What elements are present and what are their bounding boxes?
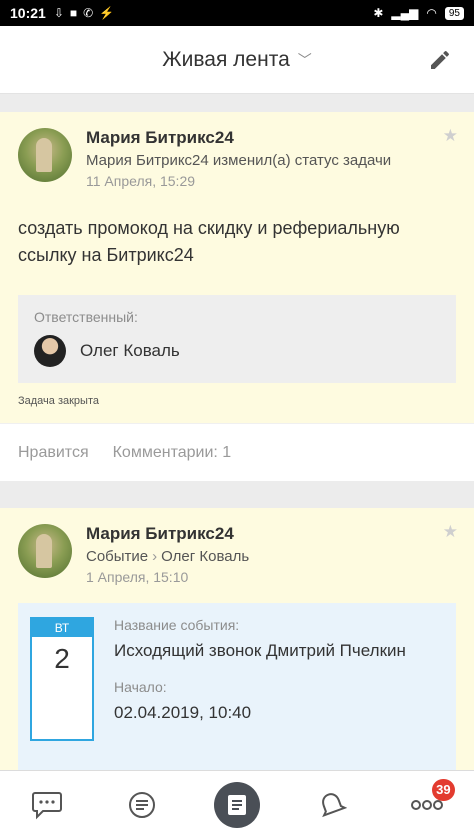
tab-notifications[interactable] xyxy=(304,777,360,833)
event-info: Название события: Исходящий звонок Дмитр… xyxy=(114,617,406,741)
feed-post[interactable]: ★ Мария Битрикс24 Событие › Олег Коваль 1 … xyxy=(0,508,474,770)
post-header: Мария Битрикс24 Мария Битрикс24 изменил(… xyxy=(18,128,456,189)
post-date: 11 Апреля, 15:29 xyxy=(86,173,196,189)
feed-tab-circle xyxy=(213,781,260,828)
bell-icon xyxy=(321,792,347,817)
chevron-down-icon[interactable]: ﹀ xyxy=(298,50,312,70)
post-footer: Нравится Комментарии: 1 xyxy=(0,423,474,481)
chevron-right-icon: › xyxy=(152,548,158,565)
post-author[interactable]: Мария Битрикс24 xyxy=(86,128,391,148)
event-box[interactable]: ВТ 2 Название события: Исходящий звонок … xyxy=(18,603,456,770)
notification-badge: 39 xyxy=(432,778,455,801)
page-title[interactable]: Живая лента xyxy=(162,48,290,72)
responsible-box: Ответственный: Олег Коваль xyxy=(18,295,456,383)
star-icon[interactable]: ★ xyxy=(443,522,458,542)
event-start-label: Начало: xyxy=(114,679,167,695)
flash-icon: ⚡ xyxy=(99,6,115,20)
post-type: Событие xyxy=(86,548,149,565)
tasks-icon xyxy=(129,791,156,818)
app-header: Живая лента ﹀ xyxy=(0,26,474,94)
responsible-user[interactable]: Олег Коваль xyxy=(34,335,440,367)
tab-more[interactable]: 39 xyxy=(399,777,455,833)
calendar-weekday: ВТ xyxy=(32,619,92,637)
more-icon xyxy=(410,799,443,810)
phone-icon: ✆ xyxy=(83,6,94,20)
event-name-label: Название события: xyxy=(114,617,240,633)
tab-feed[interactable] xyxy=(209,777,265,833)
notification-icons: ⇩ ■ ✆ ⚡ xyxy=(54,6,114,20)
bluetooth-icon: ✱ xyxy=(373,6,384,20)
wifi-icon: ◠ xyxy=(426,6,437,20)
event-name: Исходящий звонок Дмитрий Пчелкин xyxy=(114,641,406,660)
feed-post[interactable]: ★ Мария Битрикс24 Мария Битрикс24 измени… xyxy=(0,112,474,481)
avatar[interactable] xyxy=(34,335,66,367)
post-text: создать промокод на скидку и рефериальну… xyxy=(18,218,400,265)
responsible-label: Ответственный: xyxy=(34,309,138,325)
tab-chats[interactable] xyxy=(19,777,75,833)
feed-icon xyxy=(227,794,246,815)
event-start-value: 02.04.2019, 10:40 xyxy=(114,703,252,722)
calendar-day: 2 xyxy=(54,643,70,674)
task-status: Задача закрыта xyxy=(18,395,99,407)
responsible-name[interactable]: Олег Коваль xyxy=(80,341,180,361)
avatar[interactable] xyxy=(18,128,72,182)
status-bar: 10:21 ⇩ ■ ✆ ⚡ ✱ ▂▄▆ ◠ 95 xyxy=(0,0,474,26)
live-feed[interactable]: ★ Мария Битрикс24 Мария Битрикс24 измени… xyxy=(0,94,474,770)
post-header: Мария Битрикс24 Событие › Олег Коваль 1 Ап… xyxy=(18,524,456,585)
star-icon[interactable]: ★ xyxy=(443,126,458,146)
status-time: 10:21 xyxy=(10,5,46,21)
post-date: 1 Апреля, 15:10 xyxy=(86,569,189,585)
post-action: Мария Битрикс24 изменил(а) статус задачи xyxy=(86,152,392,169)
video-icon: ■ xyxy=(69,6,78,20)
post-body[interactable]: ★ Мария Битрикс24 Событие › Олег Коваль 1 … xyxy=(0,508,474,770)
post-recipient[interactable]: Олег Коваль xyxy=(161,548,249,565)
chat-icon xyxy=(32,791,63,819)
comments-button[interactable]: Комментарии: 1 xyxy=(113,444,232,462)
post-author[interactable]: Мария Битрикс24 xyxy=(86,524,249,544)
post-destination: Событие › Олег Коваль xyxy=(86,548,249,565)
signal-icon: ▂▄▆ xyxy=(391,6,419,20)
calendar-icon: ВТ 2 xyxy=(30,617,94,741)
edit-icon[interactable] xyxy=(428,48,452,72)
battery-icon: 95 xyxy=(444,6,464,20)
avatar[interactable] xyxy=(18,524,72,578)
system-icons: ✱ ▂▄▆ ◠ 95 xyxy=(373,6,464,20)
like-button[interactable]: Нравится xyxy=(18,444,89,462)
tab-tasks[interactable] xyxy=(114,777,170,833)
post-body[interactable]: ★ Мария Битрикс24 Мария Битрикс24 измени… xyxy=(0,112,474,423)
notification-icon: ⇩ xyxy=(53,6,64,20)
bottom-tab-bar: 39 xyxy=(0,770,474,838)
